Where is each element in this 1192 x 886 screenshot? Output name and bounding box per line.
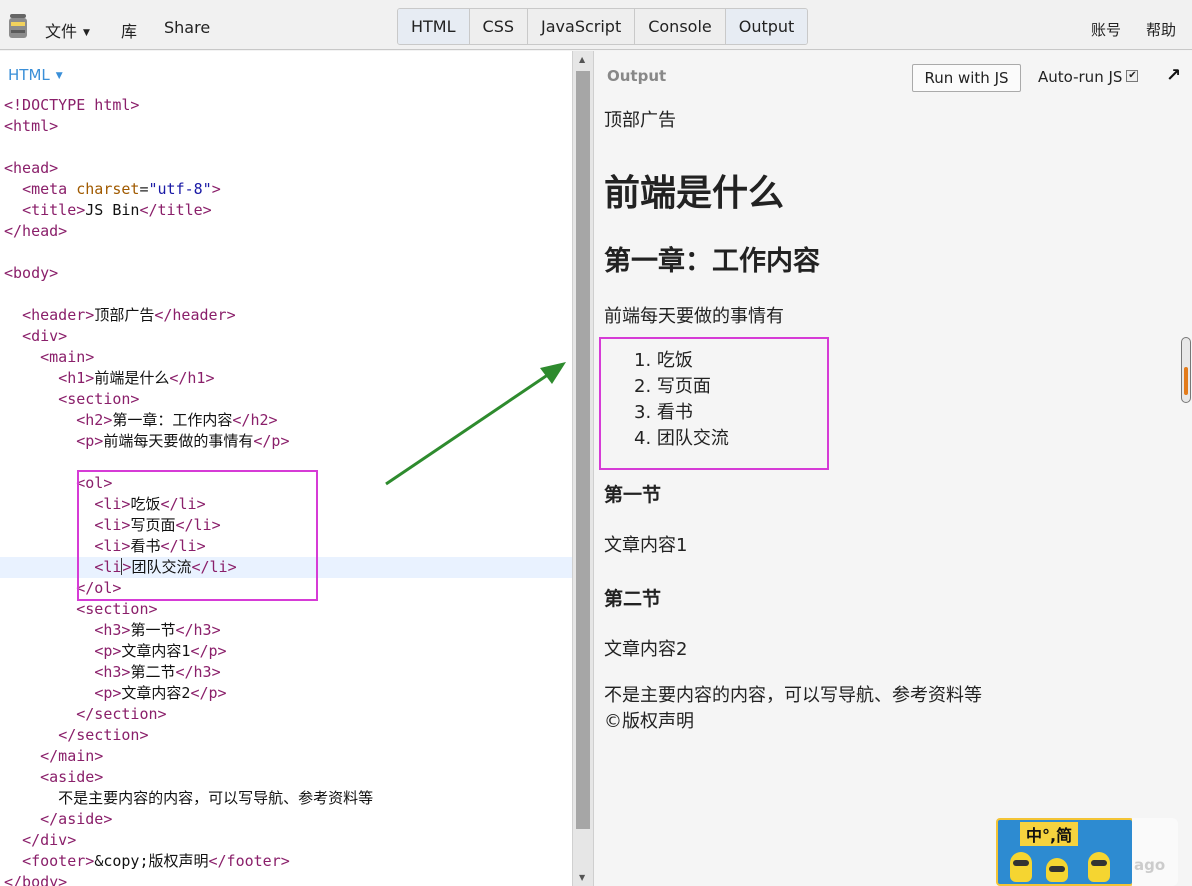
code-line[interactable]: </head> [0,221,572,242]
library-menu[interactable]: 库 [121,18,137,42]
top-bar: 文件 ▼ 库 Share HTML CSS JavaScript Console … [0,0,1192,50]
rendered-header: 顶部广告 [604,110,676,131]
code-line[interactable]: <div> [0,326,572,347]
code-line[interactable]: </body> [0,872,572,886]
panel-tabs: HTML CSS JavaScript Console Output [397,8,809,45]
code-line[interactable]: <p>文章内容2</p> [0,683,572,704]
caret-down-icon: ▼ [83,28,90,38]
rendered-h3-first: 第一节 [604,484,662,506]
rendered-h1: 前端是什么 [604,173,785,214]
scroll-up-icon[interactable]: ▲ [579,55,585,64]
code-line[interactable]: <h3>第一节</h3> [0,620,572,641]
file-menu[interactable]: 文件 ▼ [45,18,90,42]
code-line[interactable]: <header>顶部广告</header> [0,305,572,326]
run-with-js-button[interactable]: Run with JS [912,64,1021,92]
file-menu-label: 文件 [45,22,78,41]
code-line[interactable]: <!DOCTYPE html> [0,95,572,116]
rendered-h3-second: 第二节 [604,588,662,610]
code-line[interactable]: </div> [0,830,572,851]
tab-console[interactable]: Console [635,9,726,44]
share-menu[interactable]: Share [164,18,210,37]
code-line[interactable]: <aside> [0,767,572,788]
jsbin-logo-icon[interactable] [7,12,29,42]
code-line[interactable]: <h3>第二节</h3> [0,662,572,683]
code-line[interactable]: 不是主要内容的内容，可以写导航、参考资料等 [0,788,572,809]
popout-arrow-icon[interactable]: ↗ [1166,65,1181,86]
code-line[interactable]: </section> [0,704,572,725]
decorative-sticker: 中°,简 [996,818,1134,886]
code-line[interactable]: <section> [0,599,572,620]
code-line[interactable]: <meta charset="utf-8"> [0,179,572,200]
rendered-paragraph-first: 文章内容1 [604,535,688,556]
caret-down-icon: ▼ [55,71,63,81]
editor-language-selector[interactable]: HTML ▼ [8,66,63,84]
rendered-paragraph-second: 文章内容2 [604,639,688,660]
code-line[interactable]: </section> [0,725,572,746]
output-label: Output [607,67,667,85]
output-scroll-thumb[interactable] [1184,367,1188,395]
code-line[interactable]: <body> [0,263,572,284]
annotation-arrow-icon [385,362,566,486]
code-line[interactable]: </aside> [0,809,572,830]
tab-javascript[interactable]: JavaScript [528,9,636,44]
minion-icon [1046,858,1068,882]
autorun-toggle[interactable]: Auto-run JS ✔ [1038,68,1139,86]
code-line[interactable] [0,284,572,305]
minion-icon [1088,852,1110,882]
code-line[interactable] [0,137,572,158]
sticker-ghost-text: ago [1134,856,1166,874]
code-line[interactable]: <head> [0,158,572,179]
code-line[interactable]: <html> [0,116,572,137]
rendered-h2: 第一章：工作内容 [604,246,820,277]
rendered-footer: ©版权声明 [604,711,694,732]
code-line[interactable] [0,242,572,263]
account-link[interactable]: 账号 [1091,19,1121,40]
help-link[interactable]: 帮助 [1146,19,1176,40]
scroll-down-icon[interactable]: ▼ [579,873,585,882]
code-line[interactable]: </main> [0,746,572,767]
autorun-label: Auto-run JS [1038,68,1123,86]
editor-language-label: HTML [8,66,50,84]
tab-css[interactable]: CSS [470,9,529,44]
autorun-checkbox[interactable]: ✔ [1126,70,1139,82]
minion-icon [1010,852,1032,882]
output-highlight-box [599,337,829,470]
code-line[interactable]: <p>文章内容1</p> [0,641,572,662]
code-line[interactable]: <title>JS Bin</title> [0,200,572,221]
sticker-shadow: ago [1132,818,1178,886]
tab-html[interactable]: HTML [398,9,470,44]
sticker-text: 中°,简 [1020,822,1079,846]
rendered-aside: 不是主要内容的内容，可以写导航、参考资料等 [604,685,982,706]
tab-output[interactable]: Output [725,9,808,44]
rendered-paragraph-intro: 前端每天要做的事情有 [604,306,784,327]
code-highlight-box [77,470,318,601]
code-line[interactable]: <footer>&copy;版权声明</footer> [0,851,572,872]
